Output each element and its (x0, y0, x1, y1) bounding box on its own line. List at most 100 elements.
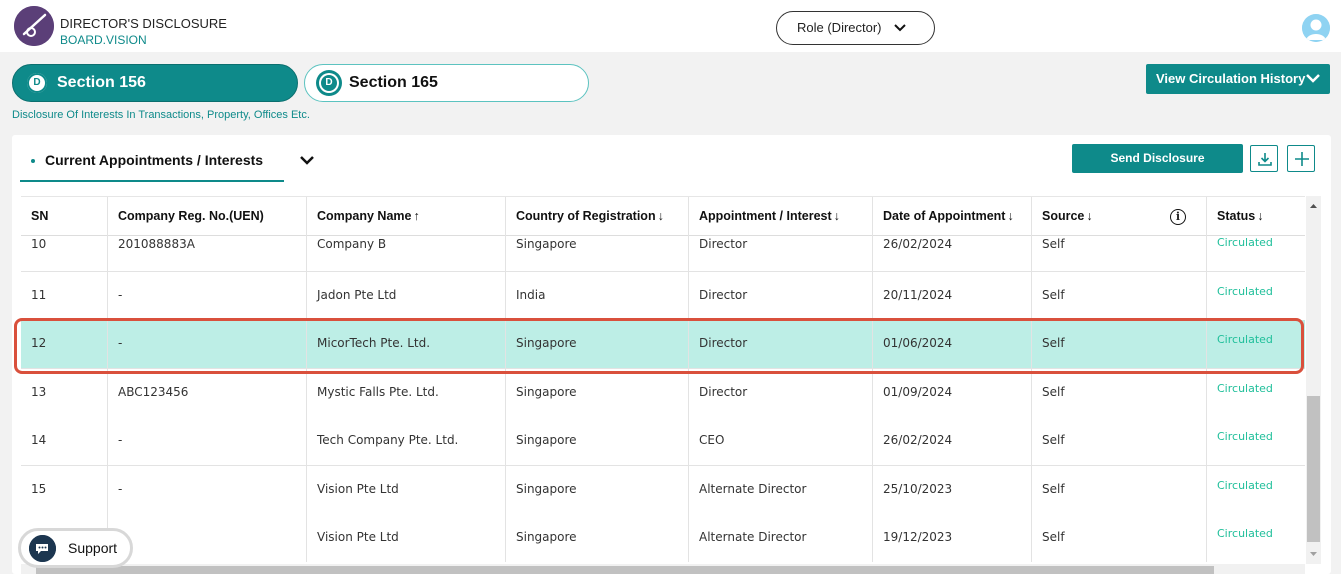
cell-appointment: Director (689, 272, 873, 320)
section-description: Disclosure Of Interests In Transactions,… (12, 109, 310, 121)
cell-status: Circulated (1217, 236, 1273, 249)
scroll-up-icon[interactable] (1306, 200, 1321, 212)
app-subtitle: BOARD.VISION (60, 33, 147, 47)
logo-icon (14, 6, 54, 46)
table-row[interactable]: 15- Vision Pte Ltd Singapore Alternate Dire… (21, 466, 1305, 515)
cell-status: Circulated (1217, 430, 1273, 443)
plus-icon (1295, 152, 1309, 166)
add-button[interactable] (1287, 145, 1315, 172)
column-header[interactable]: Status ↓ (1207, 197, 1305, 237)
cell-country: Singapore (506, 514, 689, 562)
cell-appointment: Alternate Director (689, 466, 873, 514)
tab-underline (20, 180, 284, 182)
cell-country: Singapore (506, 417, 689, 465)
cell-sn: 12 (21, 320, 108, 368)
cell-status: Circulated (1217, 527, 1273, 540)
cell-sn: 14 (21, 417, 108, 465)
cell-source: Self (1032, 369, 1207, 417)
cell-status: Circulated (1217, 333, 1273, 346)
cell-uen: - (108, 466, 307, 514)
cell-source: Self (1032, 417, 1207, 465)
cell-country: Singapore (506, 369, 689, 417)
view-history-label: View Circulation History (1156, 71, 1306, 86)
role-select[interactable]: Role (Director) (776, 11, 935, 45)
avatar[interactable] (1302, 14, 1330, 42)
cell-uen (108, 514, 307, 562)
tab-section-156[interactable]: D Section 156 (12, 64, 298, 102)
column-header[interactable]: Date of Appointment ↓ (873, 197, 1032, 237)
support-label: Support (68, 540, 118, 556)
cell-sn: 15 (21, 466, 108, 514)
cell-date: 26/02/2024 (873, 417, 1032, 465)
cell-company: Mystic Falls Pte. Ltd. (307, 369, 506, 417)
cell-country: Singapore (506, 236, 689, 272)
cell-uen: - (108, 320, 307, 368)
column-header[interactable]: Country of Registration ↓ (506, 197, 689, 237)
cell-country: Singapore (506, 466, 689, 514)
column-header[interactable]: Company Reg. No.(UEN) (108, 197, 307, 237)
download-button[interactable] (1250, 145, 1278, 172)
cell-source: Self (1032, 514, 1207, 562)
view-circulation-history-button[interactable]: View Circulation History (1146, 64, 1330, 94)
sort-arrow-icon: ↓ (1257, 209, 1264, 223)
cell-company: Tech Company Pte. Ltd. (307, 417, 506, 465)
scroll-down-icon[interactable] (1306, 548, 1321, 560)
tab-label: Section 165 (349, 74, 438, 91)
cell-company: Company B (307, 236, 506, 272)
cell-source: Self (1032, 466, 1207, 514)
section-badge: D (319, 73, 339, 93)
cell-uen: - (108, 417, 307, 465)
table-header: SN Company Reg. No.(UEN) Company Name ↑ C… (21, 196, 1305, 237)
cell-date: 19/12/2023 (873, 514, 1032, 562)
sort-arrow-icon: ↑ (413, 209, 420, 223)
cell-uen: 201088883A (108, 236, 307, 272)
table-row[interactable]: 12- MicorTech Pte. Ltd. Singapore Director 0… (21, 320, 1305, 369)
chat-icon (29, 535, 56, 562)
cell-country: Singapore (506, 320, 689, 368)
send-disclosure-button[interactable]: Send Disclosure (1072, 144, 1243, 173)
cell-source: Self (1032, 236, 1207, 272)
info-icon[interactable]: i (1170, 209, 1186, 225)
column-header[interactable]: SN (21, 197, 108, 237)
table-row[interactable]: 11- Jadon Pte Ltd India Director 20/11/2024 S… (21, 272, 1305, 321)
sort-arrow-icon: ↓ (1007, 209, 1014, 223)
table-row[interactable]: 14- Tech Company Pte. Ltd. Singapore CEO 26/… (21, 417, 1305, 466)
cell-company: Vision Pte Ltd (307, 466, 506, 514)
cell-appointment: Director (689, 320, 873, 368)
cell-country: India (506, 272, 689, 320)
table-row[interactable]: 13 ABC123456 Mystic Falls Pte. Ltd. Singapo… (21, 369, 1305, 418)
chevron-down-icon (1306, 74, 1320, 83)
vertical-scroll-thumb[interactable] (1307, 396, 1320, 542)
sort-arrow-icon: ↓ (657, 209, 664, 223)
chevron-down-icon[interactable] (300, 156, 314, 165)
sort-arrow-icon: ↓ (1086, 209, 1093, 223)
column-header[interactable]: Appointment / Interest ↓ (689, 197, 873, 237)
cell-source: Self (1032, 272, 1207, 320)
bullet-icon (31, 159, 35, 164)
download-icon (1258, 153, 1272, 166)
tab-label: Section 156 (57, 74, 146, 91)
cell-date: 20/11/2024 (873, 272, 1032, 320)
appointments-table: SN Company Reg. No.(UEN) Company Name ↑ C… (21, 196, 1305, 562)
cell-sn: 11 (21, 272, 108, 320)
cell-date: 01/06/2024 (873, 320, 1032, 368)
role-label: Role (Director) (797, 20, 882, 35)
horizontal-scroll-thumb[interactable] (36, 566, 1214, 574)
chevron-down-icon (894, 24, 906, 32)
cell-uen: - (108, 272, 307, 320)
section-badge: D (27, 73, 47, 93)
top-bar: DIRECTOR'S DISCLOSURE BOARD.VISION Role … (0, 0, 1341, 52)
column-header[interactable]: Company Name ↑ (307, 197, 506, 237)
cell-appointment: Director (689, 369, 873, 417)
cell-company: Vision Pte Ltd (307, 514, 506, 562)
tab-current-appointments[interactable]: Current Appointments / Interests (20, 152, 263, 168)
support-button[interactable]: Support (18, 528, 133, 568)
cell-sn: 13 (21, 369, 108, 417)
cell-uen: ABC123456 (108, 369, 307, 417)
tab-section-165[interactable]: D Section 165 (304, 64, 589, 102)
cell-date: 01/09/2024 (873, 369, 1032, 417)
cell-appointment: Alternate Director (689, 514, 873, 562)
table-row[interactable]: 10 201088883A Company B Singapore Director 26… (21, 236, 1305, 272)
table-row[interactable]: Vision Pte Ltd Singapore Alternate Directo… (21, 514, 1305, 562)
cell-appointment: CEO (689, 417, 873, 465)
